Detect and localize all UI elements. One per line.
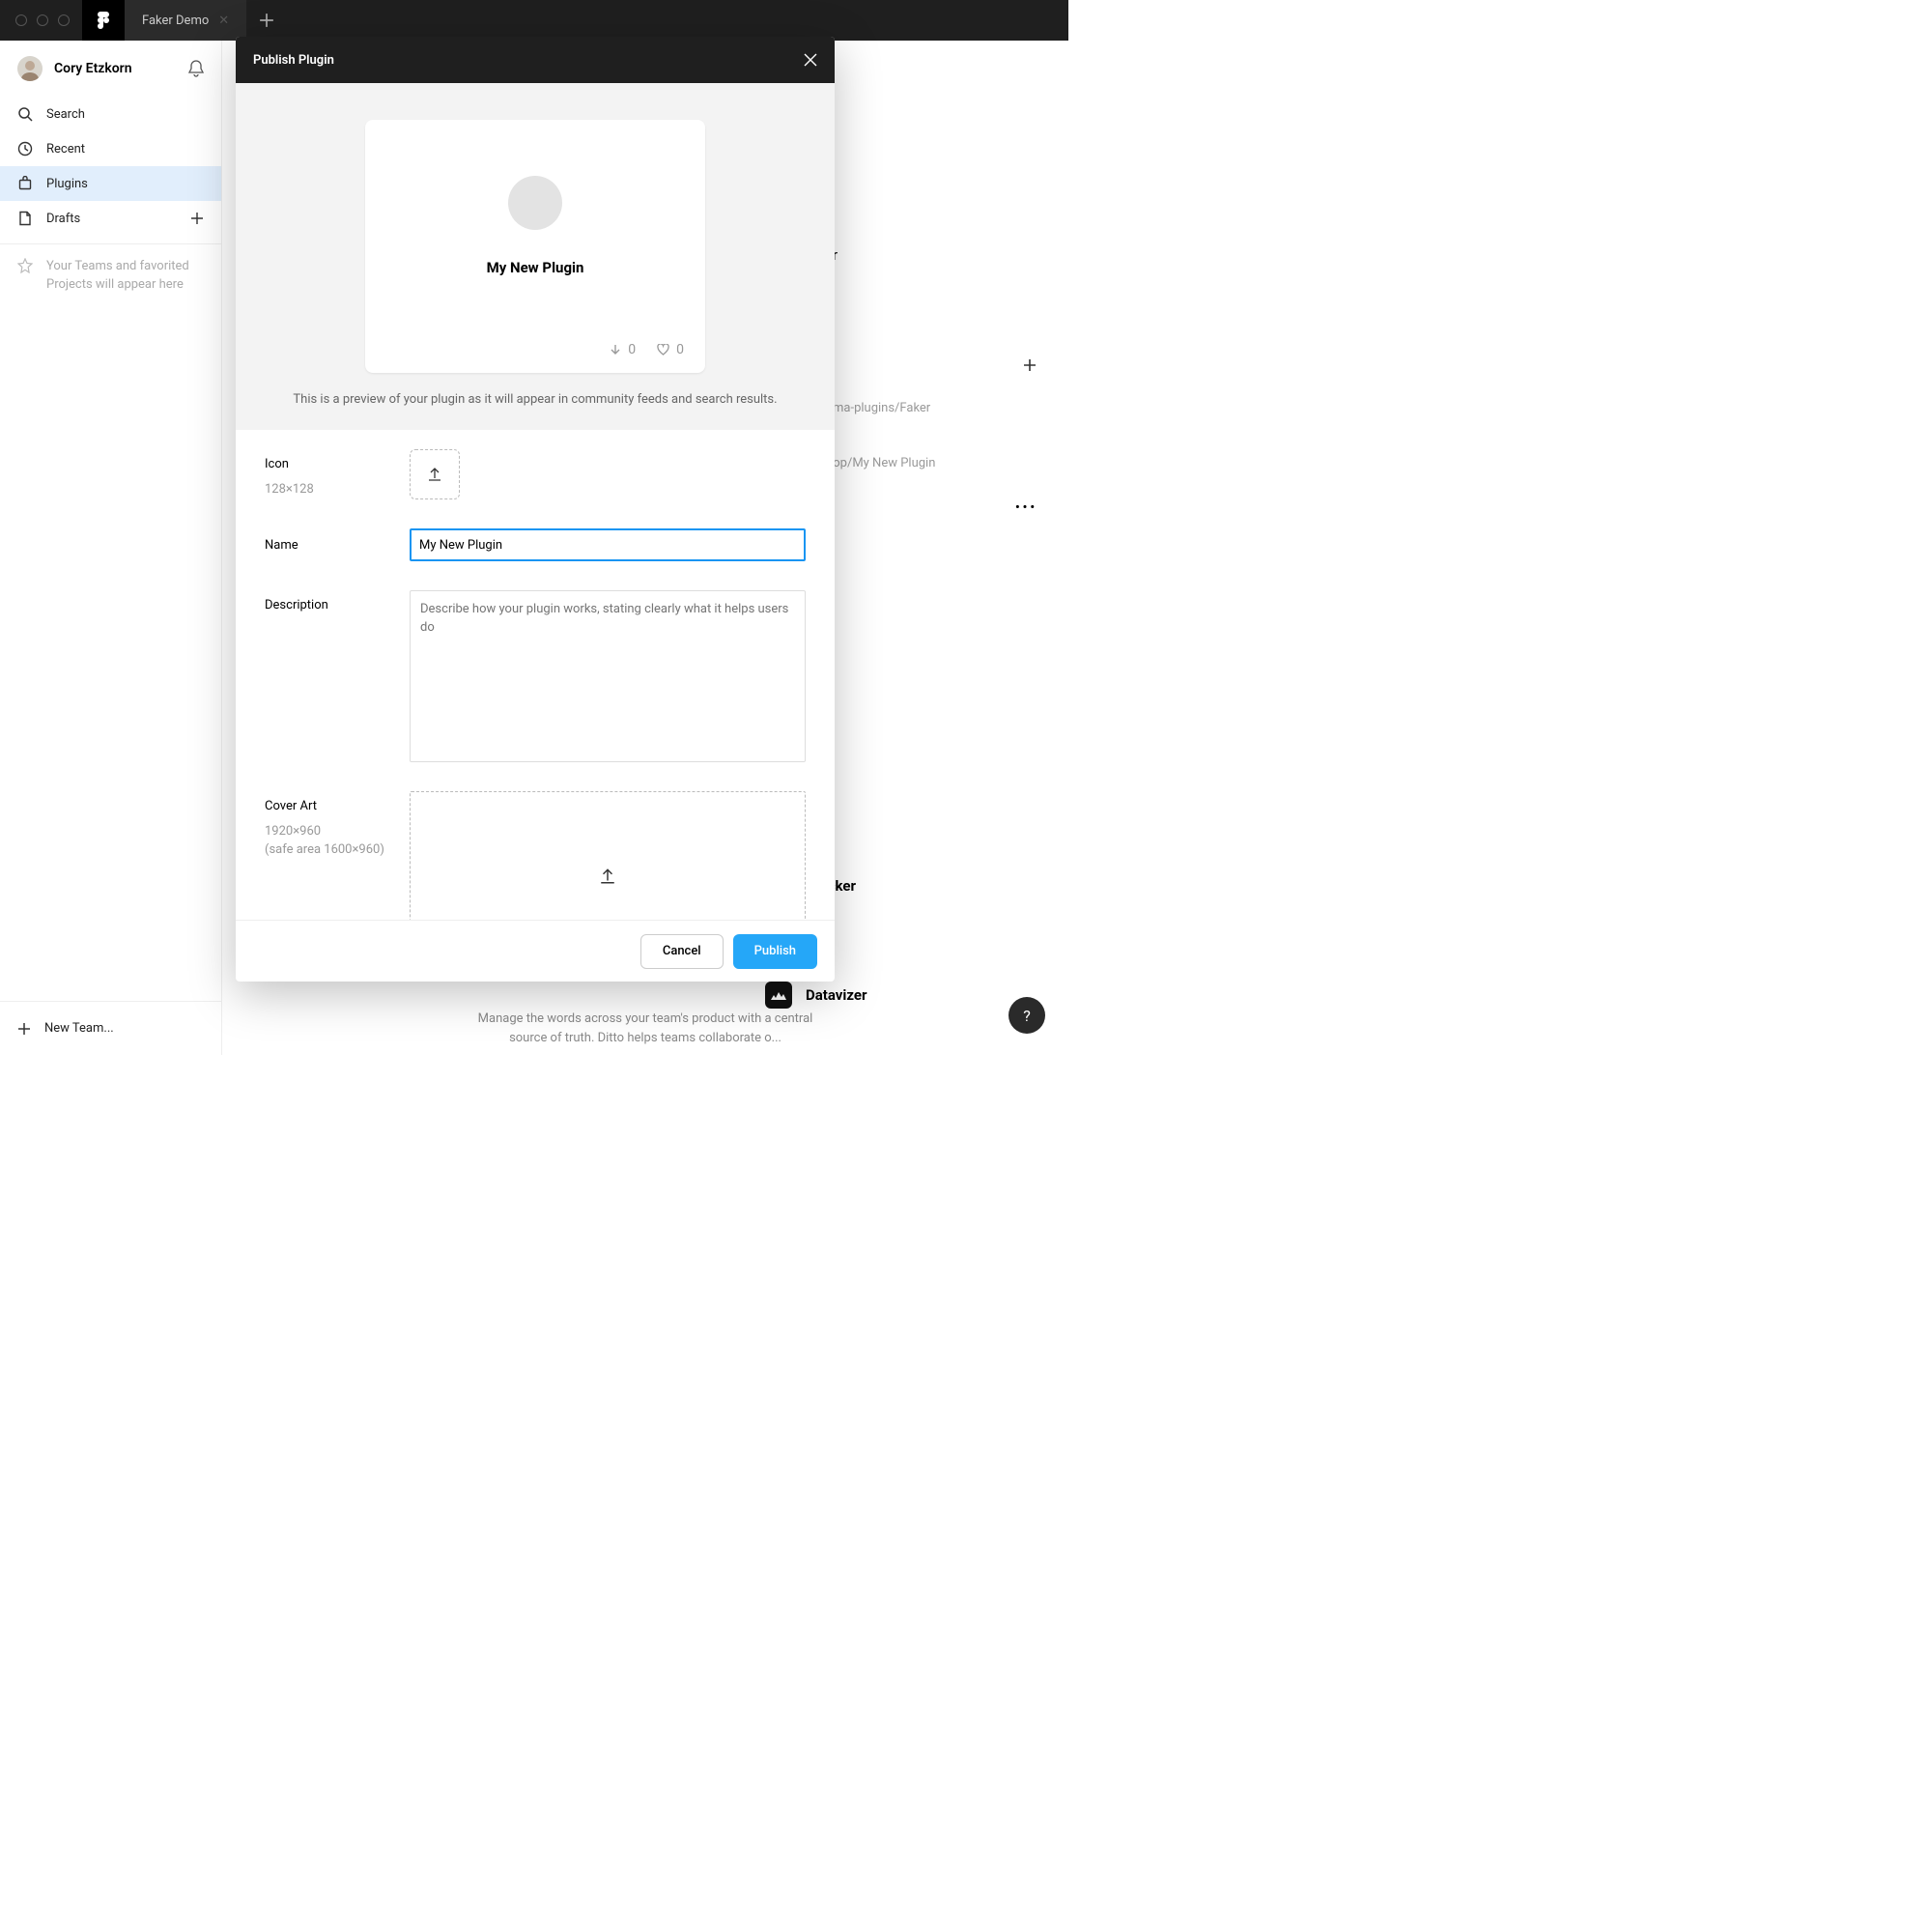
add-dev-plugin-icon[interactable] — [1022, 357, 1037, 373]
traffic-close[interactable] — [15, 14, 27, 26]
preview-zone: My New Plugin 0 0 This is a preview of y… — [236, 83, 835, 430]
star-icon — [17, 258, 33, 295]
teams-hint: Your Teams and favorited Projects will a… — [0, 243, 221, 308]
clock-icon — [17, 141, 33, 157]
more-icon[interactable]: ••• — [1015, 500, 1037, 515]
help-button[interactable]: ? — [1009, 997, 1045, 1034]
avatar — [17, 56, 43, 81]
cover-upload-dropzone[interactable] — [410, 791, 806, 920]
icon-label-group: Icon 128×128 — [265, 449, 410, 499]
tab-label: Faker Demo — [142, 14, 209, 28]
nav-label: Recent — [46, 142, 85, 157]
tabs: Faker Demo ✕ — [125, 0, 1068, 41]
nav-search[interactable]: Search — [0, 97, 221, 131]
preview-plugin-name: My New Plugin — [365, 259, 705, 276]
close-modal-icon[interactable] — [804, 53, 817, 67]
window-controls — [0, 0, 82, 41]
name-input[interactable] — [410, 528, 806, 561]
nav-plugins[interactable]: Plugins — [0, 166, 221, 201]
icon-dimensions: 128×128 — [265, 481, 410, 499]
plugin-icon-placeholder — [508, 176, 562, 230]
modal-title: Publish Plugin — [253, 53, 334, 68]
preview-hint: This is a preview of your plugin as it w… — [272, 392, 798, 407]
plus-icon — [17, 1022, 31, 1036]
sidebar: Cory Etzkorn Search Recent Plugins Draft… — [0, 41, 222, 1055]
nav-recent[interactable]: Recent — [0, 131, 221, 166]
tab-faker-demo[interactable]: Faker Demo ✕ — [125, 0, 246, 41]
name-label: Name — [265, 538, 410, 553]
traffic-zoom[interactable] — [58, 14, 70, 26]
publish-plugin-modal: Publish Plugin My New Plugin 0 0 — [236, 37, 835, 982]
description-label: Description — [265, 590, 410, 612]
search-icon — [17, 106, 33, 122]
new-team-button[interactable]: New Team... — [0, 1001, 221, 1055]
nav-drafts[interactable]: Drafts — [0, 201, 221, 236]
nav-label: Plugins — [46, 177, 88, 191]
preview-stats: 0 0 — [610, 342, 684, 357]
cover-safe-area: (safe area 1600×960) — [265, 841, 410, 860]
icon-label: Icon — [265, 457, 410, 471]
figma-logo[interactable] — [82, 0, 125, 41]
plugin-preview-card: My New Plugin 0 0 — [365, 120, 705, 373]
likes-stat: 0 — [657, 342, 684, 357]
user-row[interactable]: Cory Etzkorn — [0, 41, 221, 97]
ditto-description: Manage the words across your team's prod… — [462, 1010, 829, 1047]
file-icon — [17, 211, 33, 226]
modal-footer: Cancel Publish — [236, 920, 835, 982]
new-team-label: New Team... — [44, 1021, 114, 1036]
publish-button[interactable]: Publish — [733, 934, 817, 969]
plugin-icon — [17, 176, 33, 191]
plugin-icon-box — [765, 982, 792, 1009]
nav-label: Search — [46, 107, 85, 122]
add-tab-button[interactable] — [246, 0, 287, 41]
add-draft-icon[interactable] — [190, 212, 204, 225]
notifications-icon[interactable] — [188, 60, 204, 77]
icon-upload-dropzone[interactable] — [410, 449, 460, 499]
downloads-stat: 0 — [610, 342, 636, 357]
cover-label: Cover Art — [265, 799, 410, 813]
modal-header: Publish Plugin — [236, 37, 835, 83]
item-label: Datavizer — [806, 986, 867, 1004]
cover-dimensions: 1920×960 — [265, 823, 410, 841]
publish-form: Icon 128×128 Name Description Cover Art — [236, 430, 835, 920]
user-name: Cory Etzkorn — [54, 61, 177, 76]
cancel-button[interactable]: Cancel — [640, 934, 724, 969]
teams-hint-text: Your Teams and favorited Projects will a… — [46, 258, 204, 295]
topbar: Faker Demo ✕ — [0, 0, 1068, 41]
cover-label-group: Cover Art 1920×960 (safe area 1600×960) — [265, 791, 410, 860]
traffic-minimize[interactable] — [37, 14, 48, 26]
nav-label: Drafts — [46, 212, 80, 226]
description-textarea[interactable] — [410, 590, 806, 762]
close-tab-icon[interactable]: ✕ — [218, 14, 229, 28]
